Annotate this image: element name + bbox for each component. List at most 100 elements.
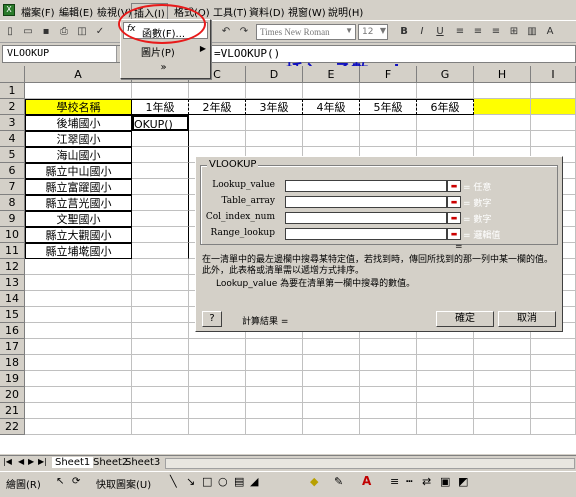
collapse-dialog-icon[interactable]: ▬ bbox=[447, 212, 461, 224]
menu-tools[interactable]: 工具(T) bbox=[211, 3, 249, 20]
grade-header-cell[interactable]: 5年級 bbox=[360, 99, 417, 115]
menu-expand[interactable]: » bbox=[123, 60, 208, 77]
cell[interactable] bbox=[25, 291, 132, 307]
row-header[interactable]: 16 bbox=[0, 323, 25, 339]
underline-button[interactable]: U bbox=[432, 24, 448, 39]
autoshape-menu[interactable]: 快取圖案(U) bbox=[96, 476, 151, 491]
row-header[interactable]: 20 bbox=[0, 387, 25, 403]
cell[interactable] bbox=[474, 419, 531, 435]
row-header[interactable]: 4 bbox=[0, 131, 25, 147]
shadow-icon[interactable]: ▣ bbox=[440, 475, 450, 488]
menu-data[interactable]: 資料(D) bbox=[247, 3, 287, 20]
cell[interactable] bbox=[360, 355, 417, 371]
cell[interactable] bbox=[189, 115, 246, 131]
cell[interactable] bbox=[132, 131, 189, 147]
cell[interactable] bbox=[25, 419, 132, 435]
cell[interactable] bbox=[132, 275, 189, 291]
row-header[interactable]: 11 bbox=[0, 243, 25, 259]
collapse-dialog-icon[interactable]: ▬ bbox=[447, 228, 461, 240]
cell[interactable] bbox=[25, 371, 132, 387]
rectangle-icon[interactable]: □ bbox=[202, 475, 212, 488]
cell[interactable] bbox=[303, 339, 360, 355]
row-header[interactable]: 19 bbox=[0, 371, 25, 387]
cell[interactable] bbox=[360, 83, 417, 99]
first-sheet-icon[interactable]: |◀ bbox=[3, 457, 12, 466]
grade-header-cell[interactable]: 6年級 bbox=[417, 99, 474, 115]
cell[interactable] bbox=[132, 211, 189, 227]
textbox-icon[interactable]: ▤ bbox=[234, 475, 244, 488]
school-name-cell[interactable]: 文聖國小 bbox=[25, 211, 132, 227]
collapse-dialog-icon[interactable]: ▬ bbox=[447, 196, 461, 208]
cell[interactable] bbox=[360, 339, 417, 355]
cell[interactable] bbox=[132, 291, 189, 307]
arrow-icon[interactable]: ↘ bbox=[186, 475, 195, 488]
row-header[interactable]: 13 bbox=[0, 275, 25, 291]
row-header[interactable]: 10 bbox=[0, 227, 25, 243]
ok-button[interactable]: 確定 bbox=[436, 311, 494, 327]
cell[interactable] bbox=[417, 387, 474, 403]
school-name-cell[interactable]: 縣立中山國小 bbox=[25, 163, 132, 179]
grade-header-cell[interactable]: 3年級 bbox=[246, 99, 303, 115]
select-icon[interactable]: ↖ bbox=[56, 476, 64, 487]
cell[interactable] bbox=[303, 115, 360, 131]
column-header-g[interactable]: G bbox=[417, 66, 474, 83]
school-name-cell[interactable]: 縣立莒光國小 bbox=[25, 195, 132, 211]
cell[interactable] bbox=[246, 339, 303, 355]
fill-color-icon[interactable]: ▥ bbox=[524, 24, 540, 39]
select-all-corner[interactable] bbox=[0, 66, 25, 83]
menu-file[interactable]: 檔案(F) bbox=[19, 3, 57, 20]
cell[interactable] bbox=[531, 419, 576, 435]
line-icon[interactable]: ╲ bbox=[170, 475, 177, 488]
cell[interactable] bbox=[132, 323, 189, 339]
school-name-cell[interactable]: 海山國小 bbox=[25, 147, 132, 163]
cell[interactable] bbox=[303, 355, 360, 371]
print-icon[interactable]: ⎙ bbox=[56, 24, 72, 39]
cell[interactable] bbox=[246, 403, 303, 419]
align-right-icon[interactable]: ≡ bbox=[488, 24, 504, 39]
grade-header-cell[interactable]: 4年級 bbox=[303, 99, 360, 115]
column-header-e[interactable]: E bbox=[303, 66, 360, 83]
help-button[interactable]: ? bbox=[202, 311, 222, 327]
prev-sheet-icon[interactable]: ◀ bbox=[18, 457, 24, 466]
cell[interactable] bbox=[246, 419, 303, 435]
wordart-icon[interactable]: ◢ bbox=[250, 475, 258, 488]
school-name-cell[interactable]: 後埔國小 bbox=[25, 115, 132, 131]
cell[interactable] bbox=[474, 115, 531, 131]
active-cell[interactable]: OKUP() bbox=[132, 115, 189, 131]
cell[interactable] bbox=[132, 259, 189, 275]
cell[interactable] bbox=[360, 403, 417, 419]
cell[interactable] bbox=[474, 355, 531, 371]
cell[interactable] bbox=[132, 163, 189, 179]
column-header-i[interactable]: I bbox=[531, 66, 576, 83]
cell[interactable] bbox=[417, 371, 474, 387]
row-header[interactable]: 7 bbox=[0, 179, 25, 195]
cancel-button[interactable]: 取消 bbox=[498, 311, 556, 327]
cell[interactable] bbox=[25, 83, 132, 99]
cell[interactable] bbox=[531, 387, 576, 403]
cell[interactable] bbox=[417, 355, 474, 371]
cell[interactable] bbox=[360, 387, 417, 403]
cell[interactable] bbox=[531, 339, 576, 355]
row-header[interactable]: 9 bbox=[0, 211, 25, 227]
row-header[interactable]: 3 bbox=[0, 115, 25, 131]
cell[interactable] bbox=[531, 115, 576, 131]
font-select[interactable]: Times New Roman ▼ bbox=[256, 24, 356, 40]
column-header-a[interactable]: A bbox=[25, 66, 132, 83]
cell[interactable] bbox=[303, 403, 360, 419]
row-header[interactable]: 2 bbox=[0, 99, 25, 115]
font-color-icon[interactable]: A bbox=[542, 24, 558, 39]
school-name-cell[interactable]: 江翠國小 bbox=[25, 131, 132, 147]
cell[interactable] bbox=[303, 83, 360, 99]
cell[interactable] bbox=[531, 355, 576, 371]
cell[interactable] bbox=[246, 355, 303, 371]
cell[interactable] bbox=[25, 275, 132, 291]
draw-menu[interactable]: 繪圖(R) bbox=[6, 476, 41, 491]
cell[interactable] bbox=[417, 403, 474, 419]
arrow-style-icon[interactable]: ⇄ bbox=[422, 475, 431, 488]
redo-icon[interactable]: ↷ bbox=[236, 24, 252, 39]
sheet-tab-3[interactable]: Sheet3 bbox=[122, 457, 163, 468]
name-box[interactable]: VLOOKUP ▼ bbox=[2, 45, 130, 63]
oval-icon[interactable]: ○ bbox=[218, 475, 228, 488]
grade-header-cell[interactable]: 1年級 bbox=[132, 99, 189, 115]
last-sheet-icon[interactable]: ▶| bbox=[38, 457, 47, 466]
